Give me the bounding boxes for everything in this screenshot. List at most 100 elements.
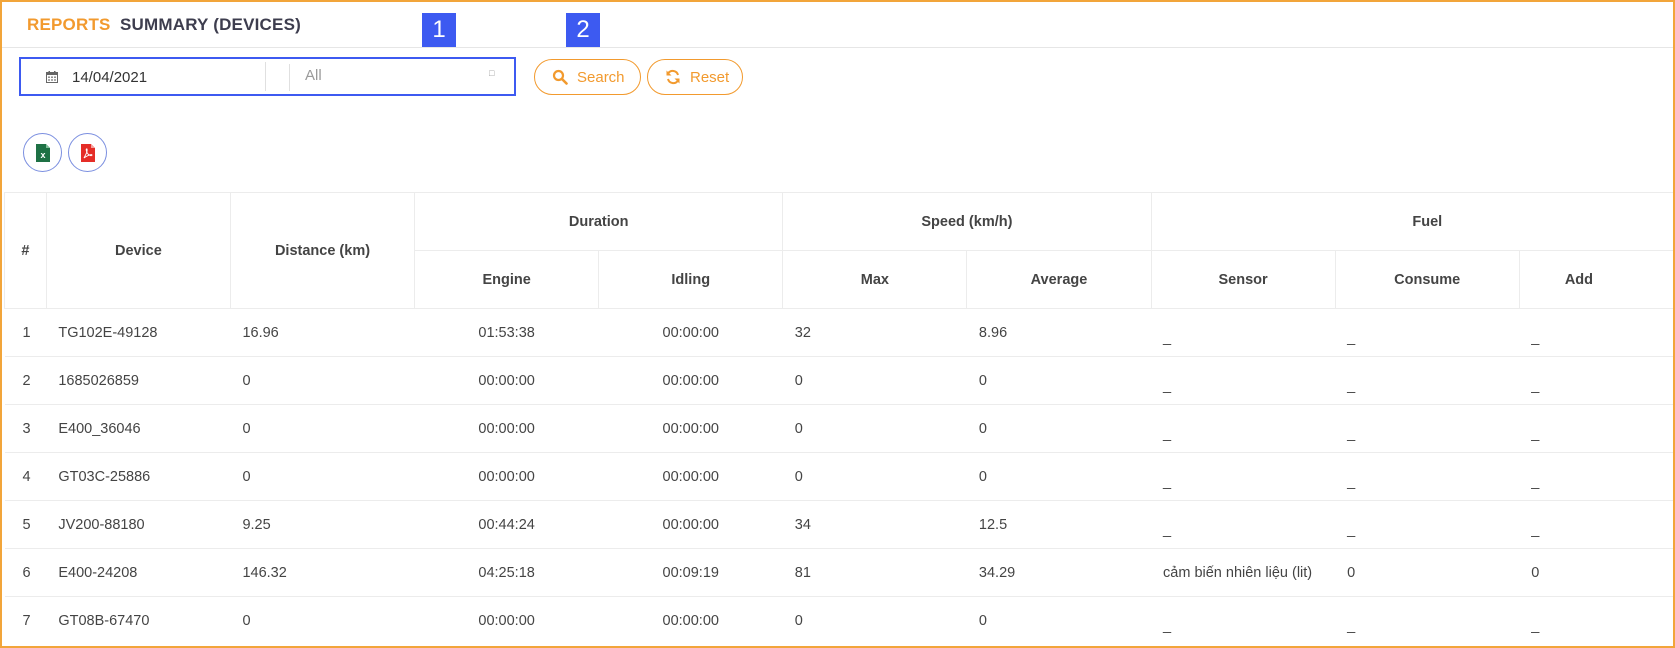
row-sensor: _ [1151,596,1336,645]
row-idling: 00:00:00 [598,404,783,453]
row-consume: _ [1335,596,1520,645]
report-frame: REPORTS SUMMARY (DEVICES) 1 2 14/04/2021… [0,0,1675,648]
row-idling: 00:00:00 [598,596,783,645]
row-max: 32 [782,308,967,357]
col-header-consume[interactable]: Consume [1334,250,1520,309]
col-header-add[interactable]: Add [1518,250,1673,309]
page-header: REPORTS SUMMARY (DEVICES) [2,2,1673,48]
breadcrumb-reports[interactable]: REPORTS [27,15,111,35]
row-consume: 0 [1335,548,1520,597]
row-sensor: _ [1151,452,1336,501]
row-engine: 00:00:00 [414,452,599,501]
row-engine: 00:00:00 [414,404,599,453]
row-consume: _ [1335,452,1520,501]
row-device: E400-24208 [46,548,231,597]
row-max: 0 [782,596,967,645]
table-row[interactable]: 7 GT08B-67470 0 00:00:00 00:00:00 0 0 _ … [4,596,1673,645]
row-number: 5 [4,500,47,549]
svg-text:x: x [40,150,45,160]
row-average: 0 [966,452,1152,501]
row-distance: 0 [230,356,415,405]
row-idling: 00:00:00 [598,500,783,549]
row-engine: 00:00:00 [414,596,599,645]
col-group-duration: Duration [414,192,784,251]
row-device: TG102E-49128 [46,308,231,357]
row-add: _ [1519,452,1673,501]
row-distance: 16.96 [230,308,415,357]
row-number: 1 [4,308,47,357]
table-row[interactable]: 1 TG102E-49128 16.96 01:53:38 00:00:00 3… [4,308,1673,357]
row-sensor: _ [1151,356,1336,405]
row-distance: 146.32 [230,548,415,597]
row-consume: _ [1335,404,1520,453]
export-pdf-button[interactable] [68,133,107,172]
row-average: 0 [966,356,1152,405]
row-average: 34.29 [966,548,1152,597]
row-number: 6 [4,548,47,597]
row-consume: _ [1335,308,1520,357]
reset-button[interactable]: Reset [647,59,743,95]
row-add: 0 [1519,548,1673,597]
row-sensor: _ [1151,308,1336,357]
export-excel-button[interactable]: x [23,133,62,172]
row-number: 4 [4,452,47,501]
search-button[interactable]: Search [534,59,641,95]
row-average: 0 [966,596,1152,645]
row-idling: 00:00:00 [598,308,783,357]
table-row[interactable]: 5 JV200-88180 9.25 00:44:24 00:00:00 34 … [4,500,1673,549]
row-distance: 0 [230,452,415,501]
row-device: JV200-88180 [46,500,231,549]
row-add: _ [1519,404,1673,453]
row-number: 7 [4,596,47,645]
row-idling: 00:00:00 [598,452,783,501]
table-row[interactable]: 4 GT03C-25886 0 00:00:00 00:00:00 0 0 _ … [4,452,1673,501]
row-add: _ [1519,596,1673,645]
field-divider [289,64,290,91]
pdf-icon [80,143,95,162]
device-select[interactable]: All □ [291,62,513,91]
device-select-value: All [305,67,322,84]
row-engine: 00:44:24 [414,500,599,549]
row-average: 8.96 [966,308,1152,357]
caret-icon: □ [489,68,495,78]
table-row[interactable]: 3 E400_36046 0 00:00:00 00:00:00 0 0 _ _… [4,404,1673,453]
row-add: _ [1519,356,1673,405]
row-number: 3 [4,404,47,453]
summary-table: # Device Distance (km) Duration Speed (k… [4,192,1673,645]
row-device: 1685026859 [46,356,231,405]
row-device: E400_36046 [46,404,231,453]
filter-group: 14/04/2021 All □ [19,57,516,96]
table-row[interactable]: 2 1685026859 0 00:00:00 00:00:00 0 0 _ _… [4,356,1673,405]
col-group-fuel: Fuel [1150,192,1673,251]
row-add: _ [1519,500,1673,549]
col-header-engine[interactable]: Engine [414,250,600,309]
col-header-idling[interactable]: Idling [598,250,784,309]
row-distance: 0 [230,596,415,645]
row-engine: 04:25:18 [414,548,599,597]
table-row[interactable]: 6 E400-24208 146.32 04:25:18 00:09:19 81… [4,548,1673,597]
row-max: 0 [782,452,967,501]
col-header-sensor[interactable]: Sensor [1150,250,1336,309]
col-header-max[interactable]: Max [782,250,968,309]
date-picker[interactable]: 14/04/2021 [25,62,266,91]
excel-icon: x [35,143,50,162]
annotation-marker-1: 1 [422,13,456,47]
col-header-average[interactable]: Average [966,250,1152,309]
row-average: 0 [966,404,1152,453]
row-device: GT03C-25886 [46,452,231,501]
annotation-marker-2: 2 [566,13,600,47]
row-sensor: _ [1151,500,1336,549]
row-engine: 00:00:00 [414,356,599,405]
row-device: GT08B-67470 [46,596,231,645]
col-header-distance[interactable]: Distance (km) [229,192,416,309]
col-header-device[interactable]: Device [45,192,231,309]
search-icon [552,69,568,85]
refresh-icon [666,69,680,85]
row-number: 2 [4,356,47,405]
col-header-num: # [4,192,47,309]
calendar-icon [46,71,58,83]
col-group-speed: Speed (km/h) [782,192,1152,251]
row-max: 81 [782,548,967,597]
row-engine: 01:53:38 [414,308,599,357]
row-idling: 00:09:19 [598,548,783,597]
